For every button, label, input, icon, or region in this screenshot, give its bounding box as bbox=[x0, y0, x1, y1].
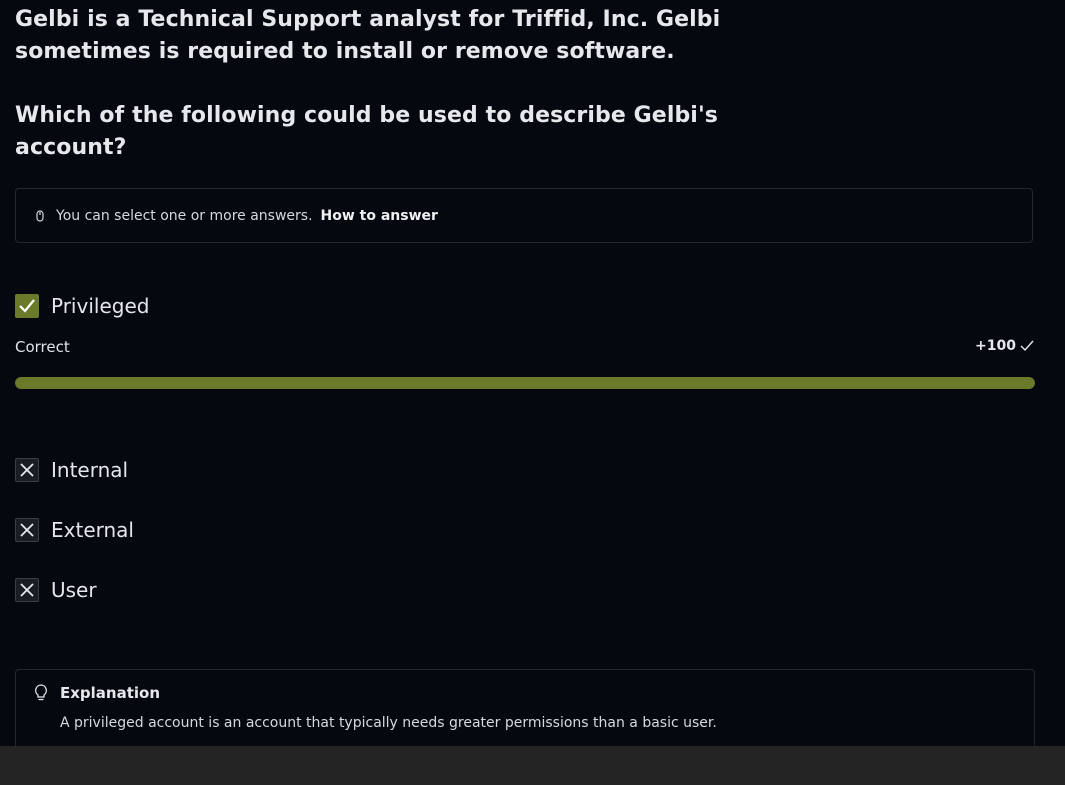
checkbox-unselected[interactable] bbox=[15, 458, 39, 482]
bottom-bar bbox=[0, 746, 1065, 785]
close-icon bbox=[20, 583, 34, 597]
result-row: Correct +100 bbox=[15, 338, 1035, 358]
score-progress-bar bbox=[15, 377, 1035, 389]
score-badge: +100 bbox=[975, 338, 1035, 354]
score-value: +100 bbox=[975, 338, 1016, 354]
question-text: Gelbi is a Technical Support analyst for… bbox=[15, 4, 775, 164]
option-privileged[interactable]: Privileged bbox=[15, 294, 149, 318]
close-icon bbox=[20, 523, 34, 537]
question-paragraph-1: Gelbi is a Technical Support analyst for… bbox=[15, 7, 721, 64]
option-external[interactable]: External bbox=[15, 518, 134, 542]
close-icon bbox=[20, 463, 34, 477]
option-label: Privileged bbox=[51, 294, 150, 318]
hint-text: You can select one or more answers. bbox=[56, 207, 313, 224]
explanation-title: Explanation bbox=[60, 684, 161, 702]
option-internal[interactable]: Internal bbox=[15, 458, 128, 482]
option-label: External bbox=[51, 518, 134, 542]
hint-icon bbox=[34, 208, 46, 224]
lightbulb-icon bbox=[34, 684, 48, 702]
answer-hint-box: You can select one or more answers. How … bbox=[15, 188, 1033, 243]
check-icon bbox=[1020, 340, 1034, 352]
question-paragraph-2: Which of the following could be used to … bbox=[15, 103, 718, 160]
checkbox-unselected[interactable] bbox=[15, 578, 39, 602]
explanation-text: A privileged account is an account that … bbox=[60, 715, 717, 731]
result-status: Correct bbox=[15, 338, 70, 356]
option-label: Internal bbox=[51, 458, 129, 482]
option-label: User bbox=[51, 578, 97, 602]
checkbox-unselected[interactable] bbox=[15, 518, 39, 542]
explanation-header: Explanation bbox=[34, 684, 160, 702]
progress-fill bbox=[15, 377, 1035, 389]
how-to-answer-link[interactable]: How to answer bbox=[321, 208, 438, 224]
checkmark-icon bbox=[19, 299, 35, 313]
quiz-page: Gelbi is a Technical Support analyst for… bbox=[0, 0, 1065, 758]
option-user[interactable]: User bbox=[15, 578, 97, 602]
checkbox-checked[interactable] bbox=[15, 294, 39, 318]
explanation-box: Explanation A privileged account is an a… bbox=[15, 669, 1035, 758]
